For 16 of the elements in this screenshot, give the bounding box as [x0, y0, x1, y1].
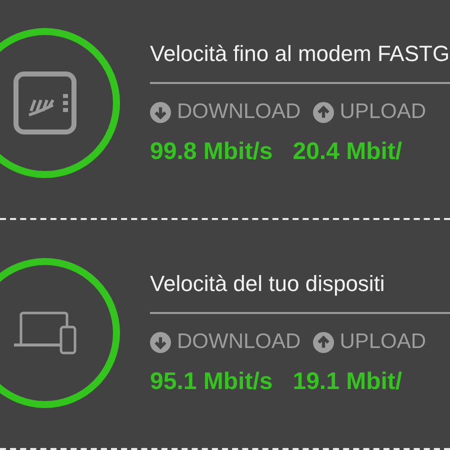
laptop-phone-icon: [13, 311, 77, 355]
download-label: DOWNLOAD: [177, 100, 301, 124]
download-speed: 99.8 Mbit/s: [150, 138, 273, 166]
download-speed: 95.1 Mbit/s: [150, 368, 273, 396]
upload-icon: [312, 332, 334, 352]
section-title: Velocità del tuo dispositi: [150, 270, 386, 298]
upload-label: UPLOAD: [340, 100, 426, 124]
modem-icon: [13, 71, 77, 135]
download-icon: [150, 332, 171, 352]
section-title: Velocità fino al modem FASTG: [150, 40, 450, 68]
upload-speed: 20.4 Mbit/: [292, 138, 402, 166]
upload-label: UPLOAD: [340, 330, 426, 354]
upload-icon: [312, 102, 334, 122]
download-label: DOWNLOAD: [177, 330, 301, 354]
upload-speed: 19.1 Mbit/: [292, 368, 402, 396]
download-icon: [150, 102, 171, 122]
